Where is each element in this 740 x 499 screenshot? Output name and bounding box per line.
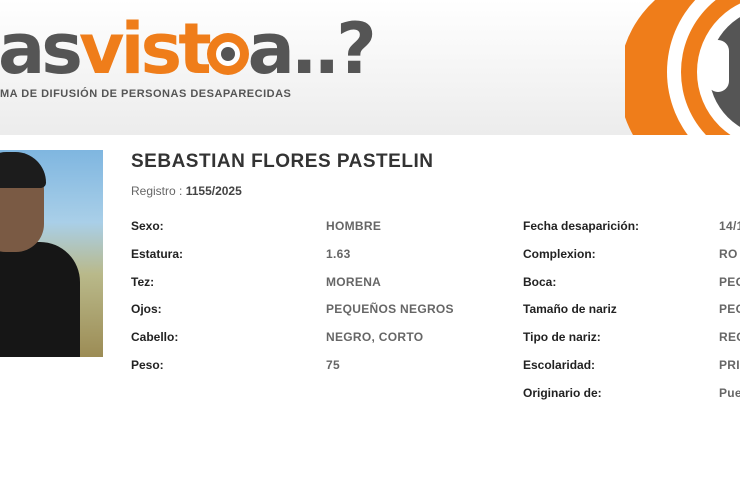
tez-value: MORENA [326, 275, 382, 289]
sexo-value: HOMBRE [326, 219, 382, 233]
cabello-label: Cabello: [131, 330, 179, 344]
escolaridad-value: PRI [719, 358, 740, 372]
registro-value: 1155/2025 [185, 184, 242, 198]
fecha-desaparicion-label: Fecha desaparición: [523, 219, 640, 233]
originario-label: Originario de: [523, 386, 602, 400]
complexion-value: RO [719, 247, 738, 261]
estatura-value: 1.63 [326, 247, 351, 261]
site-header: asvist a..? MA DE DIFUSIÓN DE PERSONAS DE… [0, 0, 740, 135]
estatura-label: Estatura: [131, 247, 184, 261]
tamano-nariz-label: Tamaño de nariz [523, 302, 617, 316]
boca-value: PEC [719, 275, 740, 289]
site-logo[interactable]: asvist a..? [0, 14, 377, 84]
tamano-nariz-value: PEC [719, 302, 740, 316]
sexo-label: Sexo: [131, 219, 164, 233]
ojos-value: PEQUEÑOS NEGROS [326, 302, 454, 316]
tez-label: Tez: [131, 275, 155, 289]
person-photo [0, 150, 103, 357]
fecha-desaparicion-value: 14/1 [719, 219, 740, 233]
complexion-label: Complexion: [523, 247, 596, 261]
registro-label: Registro : [131, 184, 183, 198]
person-name: SEBASTIAN FLORES PASTELIN [131, 151, 434, 172]
tipo-nariz-label: Tipo de nariz: [523, 330, 601, 344]
peso-value: 75 [326, 358, 340, 372]
logo-text-part1: as [0, 8, 83, 90]
peso-label: Peso: [131, 358, 164, 372]
boca-label: Boca: [523, 275, 557, 289]
logo-text-part3: a..? [247, 8, 377, 90]
eye-icon [206, 33, 249, 75]
ojos-label: Ojos: [131, 302, 162, 316]
logo-text-part2: vist [78, 8, 212, 90]
site-tagline: MA DE DIFUSIÓN DE PERSONAS DESAPARECIDAS [0, 88, 292, 100]
cabello-value: NEGRO, CORTO [326, 330, 424, 344]
escolaridad-label: Escolaridad: [523, 358, 596, 372]
eye-logo-icon [625, 0, 740, 135]
originario-value: Pue [719, 386, 740, 400]
tipo-nariz-value: REC [719, 330, 740, 344]
registro-info: Registro : 1155/2025 [131, 184, 242, 198]
